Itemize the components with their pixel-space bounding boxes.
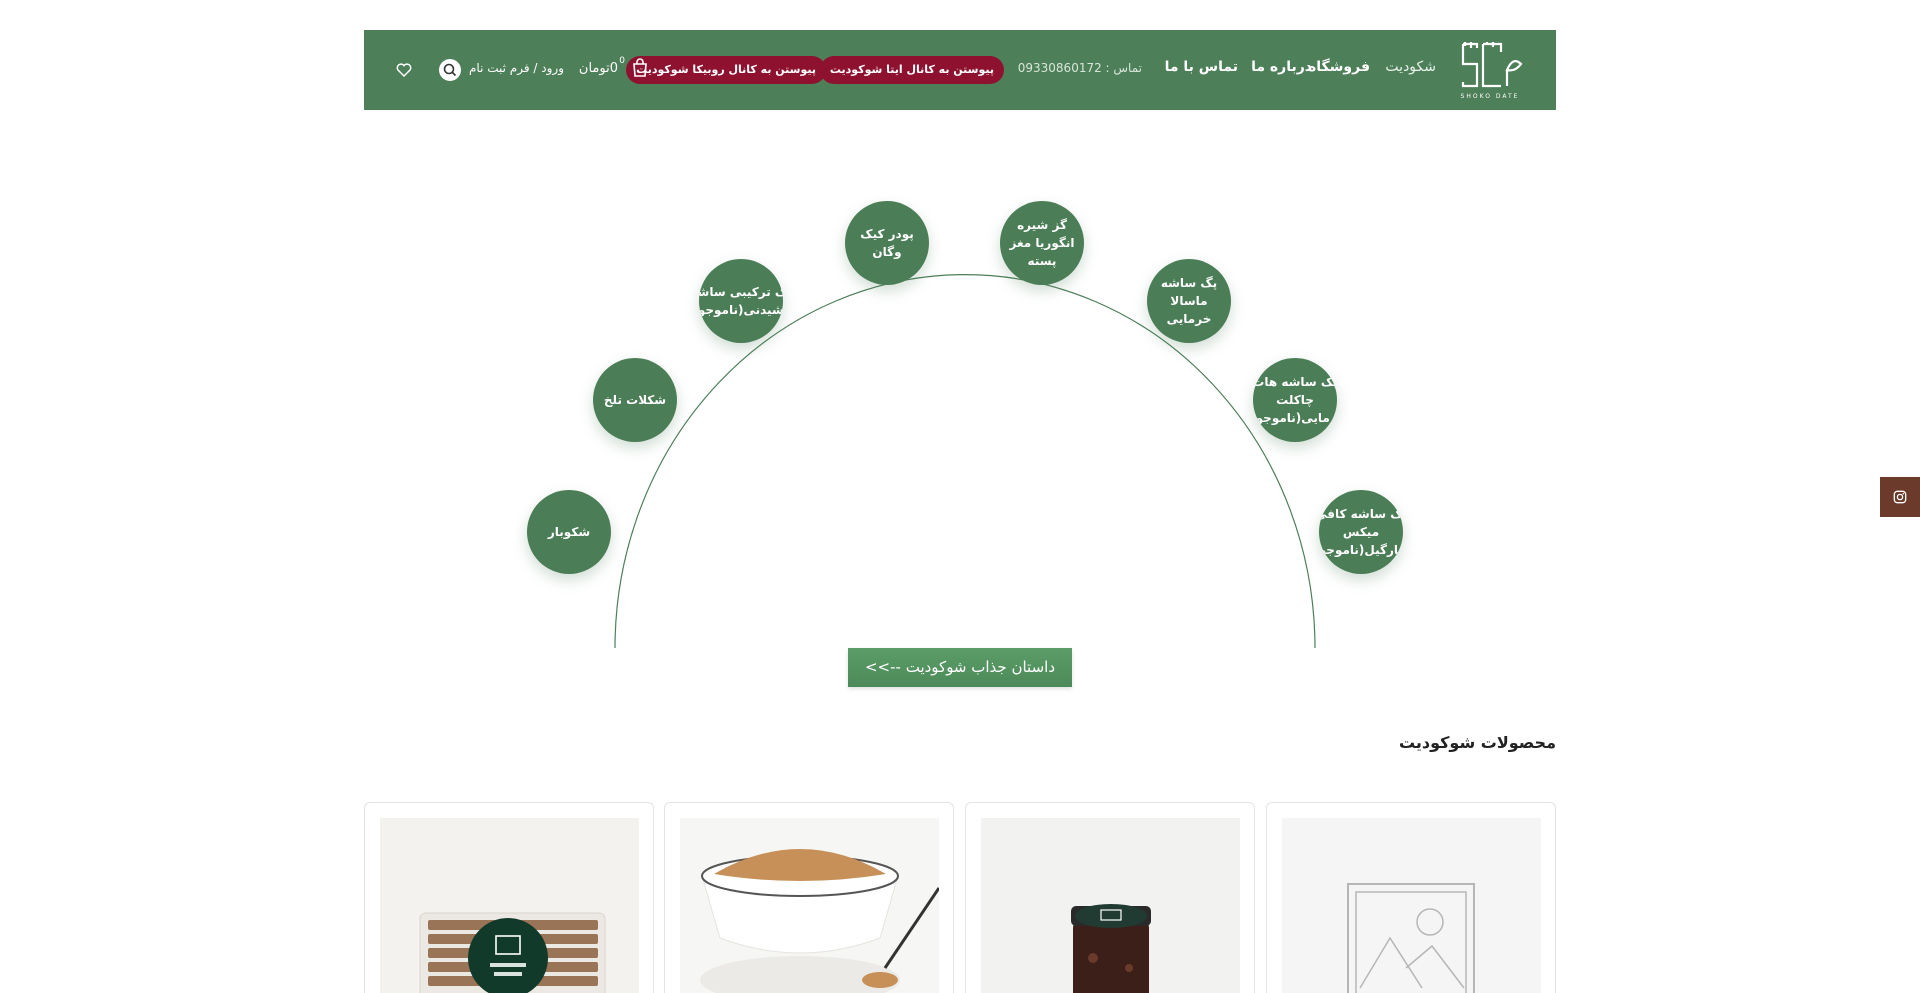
product-card[interactable]: [664, 802, 954, 993]
cart-total[interactable]: 0تومان: [579, 61, 618, 76]
nav-shop[interactable]: فروشگاه: [1308, 59, 1370, 75]
placeholder-image-icon[interactable]: [1282, 818, 1541, 993]
join-rubika-button[interactable]: پیوستن به کانال روبیکا شوکودیت: [626, 56, 826, 84]
contact-phone: تماس : 09330860172: [1017, 61, 1142, 75]
nav-contact[interactable]: تماس با ما: [1165, 59, 1238, 75]
search-icon[interactable]: [439, 59, 461, 81]
decorative-arc: [614, 274, 1316, 649]
product-image[interactable]: [680, 818, 939, 993]
product-image[interactable]: [981, 818, 1240, 993]
product-card[interactable]: [1266, 802, 1556, 993]
category-circle[interactable]: شکلات تلخ: [593, 358, 677, 442]
products-section-title: محصولات شوکودیت: [1398, 733, 1556, 752]
nav-about[interactable]: درباره ما: [1251, 59, 1312, 75]
category-circle[interactable]: پودر کیک وگان: [845, 201, 929, 285]
instagram-icon[interactable]: [1880, 477, 1920, 517]
nav-home[interactable]: شکودیت: [1385, 59, 1436, 75]
cart-count-badge: 0: [619, 56, 625, 66]
category-circle[interactable]: پک ترکیبی ساشه نوشیدنی(ناموجود): [699, 259, 783, 343]
story-button[interactable]: داستان جذاب شوکودیت -->>: [848, 648, 1072, 687]
category-circle[interactable]: شکوبار: [527, 490, 611, 574]
site-header: SHOKO DATE شکودیت فروشگاه درباره ما تماس…: [364, 30, 1556, 110]
product-card[interactable]: [364, 802, 654, 993]
logo-icon: [1461, 42, 1523, 88]
heart-icon[interactable]: [395, 61, 413, 79]
logo-text: SHOKO DATE: [1460, 93, 1520, 100]
page: SHOKO DATE شکودیت فروشگاه درباره ما تماس…: [0, 0, 1920, 993]
category-circle[interactable]: گز شیره انگوریا مغز پسته: [1000, 201, 1084, 285]
cart-icon[interactable]: [631, 56, 649, 78]
category-circle[interactable]: پک ساشه کافی میکس مانارگیل(ناموجود): [1319, 490, 1403, 574]
category-circle[interactable]: پک ساشه هات چاکلت خرمایی(ناموجود): [1253, 358, 1337, 442]
category-circle[interactable]: پگ ساشه ماسالا خرمایی: [1147, 259, 1231, 343]
product-image[interactable]: [380, 818, 639, 993]
logo[interactable]: SHOKO DATE: [1457, 40, 1523, 100]
product-card[interactable]: [965, 802, 1255, 993]
join-eitaa-button[interactable]: پیوستن به کانال ایتا شوکودیت: [819, 56, 1004, 84]
login-register-link[interactable]: ورود / فرم ثبت نام: [469, 61, 564, 75]
